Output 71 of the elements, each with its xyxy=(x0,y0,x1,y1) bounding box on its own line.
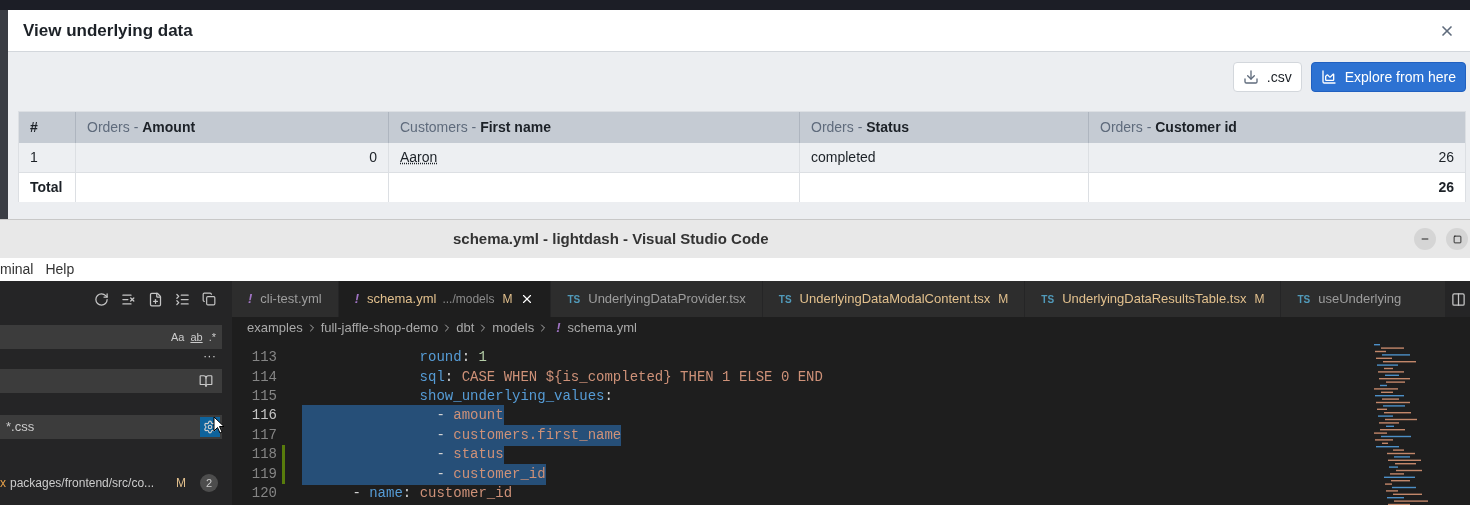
column-header: Orders - Customer id xyxy=(1099,118,1238,137)
yaml-icon: ! xyxy=(248,289,253,309)
maximize-button[interactable] xyxy=(1446,228,1468,250)
yaml-icon: ! xyxy=(354,289,360,309)
book-icon xyxy=(199,374,213,388)
total-cell-text: Total xyxy=(30,178,63,197)
table-cell-text: 1 xyxy=(30,148,38,167)
editor-tab[interactable]: ! schema.yml .../models M xyxy=(338,281,552,317)
modal-title: View underlying data xyxy=(23,19,193,42)
explore-button[interactable]: Explore from here xyxy=(1310,62,1466,92)
exclude-field[interactable] xyxy=(0,369,222,393)
typescript-icon: TS xyxy=(1041,291,1055,307)
breadcrumb-item[interactable]: schema.yml xyxy=(567,318,637,338)
breadcrumb-item[interactable]: examples xyxy=(247,318,303,338)
window-title: schema.yml - lightdash - Visual Studio Code xyxy=(453,228,769,249)
total-cell-text: 26 xyxy=(1438,178,1454,197)
more-options[interactable]: ··· xyxy=(203,349,216,369)
download-button[interactable]: .csv xyxy=(1232,62,1302,92)
download-icon xyxy=(1242,69,1259,85)
file-icon: x xyxy=(0,474,6,492)
editor-tab[interactable]: TS useUnderlying xyxy=(1281,281,1446,317)
typescript-icon: TS xyxy=(778,291,792,307)
search-option[interactable]: Aa xyxy=(170,328,185,346)
line-number: 116 xyxy=(250,406,277,426)
modified-status: M xyxy=(998,291,1009,308)
table-cell-text: 0 xyxy=(369,148,377,167)
result-count: 2 xyxy=(200,474,218,492)
tab-detail: .../models xyxy=(442,291,495,308)
code-line: - name: customer_id xyxy=(351,483,513,503)
minimize-button[interactable] xyxy=(1414,228,1436,250)
file-path[interactable]: packages/frontend/src/co... xyxy=(10,474,155,492)
editor-tab[interactable]: TS UnderlyingDataProvider.tsx xyxy=(551,281,763,317)
editor-tab[interactable]: TS UnderlyingDataModalContent.tsx M xyxy=(762,281,1026,317)
search-field[interactable]: Aa ab .* xyxy=(0,325,222,349)
editor-tab[interactable]: TS UnderlyingDataResultsTable.tsx M xyxy=(1025,281,1282,317)
table-cell-text: completed xyxy=(811,148,876,167)
code-line: show_underlying_values: xyxy=(418,387,613,406)
modified-status: M xyxy=(502,291,513,308)
split-editor-icon[interactable] xyxy=(1450,291,1466,307)
line-number: 113 xyxy=(250,348,277,368)
modified-status: M xyxy=(1254,291,1265,308)
mouse-cursor-icon xyxy=(213,416,225,434)
code-line: round: 1 xyxy=(418,348,487,368)
line-number: 120 xyxy=(250,483,277,503)
yaml-icon: ! xyxy=(556,318,561,338)
table-cell-text: 26 xyxy=(1438,148,1454,167)
modified-status: M xyxy=(176,475,186,492)
include-field[interactable]: *.css xyxy=(0,415,222,439)
chart-icon xyxy=(1320,69,1337,85)
line-number: 117 xyxy=(250,425,277,445)
breadcrumb-item[interactable]: models xyxy=(492,318,535,338)
line-number: 115 xyxy=(250,387,277,406)
line-number: 114 xyxy=(250,367,277,387)
menu-item[interactable]: Help xyxy=(45,259,75,280)
search-option[interactable]: .* xyxy=(208,328,216,346)
typescript-icon: TS xyxy=(567,291,581,307)
breadcrumb-item[interactable]: full-jaffle-shop-demo xyxy=(320,318,439,338)
list-icon[interactable] xyxy=(175,291,190,307)
typescript-icon: TS xyxy=(1297,291,1311,307)
line-number: 118 xyxy=(250,445,277,465)
code-line: sql: CASE WHEN ${is_completed} THEN 1 ELSE 0 END xyxy=(418,367,823,387)
breadcrumb-item[interactable]: dbt xyxy=(456,318,475,338)
clear-results-icon[interactable] xyxy=(121,291,136,307)
maximize-icon xyxy=(1452,234,1462,244)
refresh-icon[interactable] xyxy=(94,291,109,307)
editor-tab[interactable]: ! cli-test.yml xyxy=(232,281,339,317)
search-option[interactable]: ab xyxy=(190,328,203,346)
menu-item[interactable]: minal xyxy=(0,259,34,280)
new-file-icon[interactable] xyxy=(148,291,163,307)
table-cell-text: Aaron xyxy=(400,148,438,167)
line-number: 119 xyxy=(250,464,277,484)
